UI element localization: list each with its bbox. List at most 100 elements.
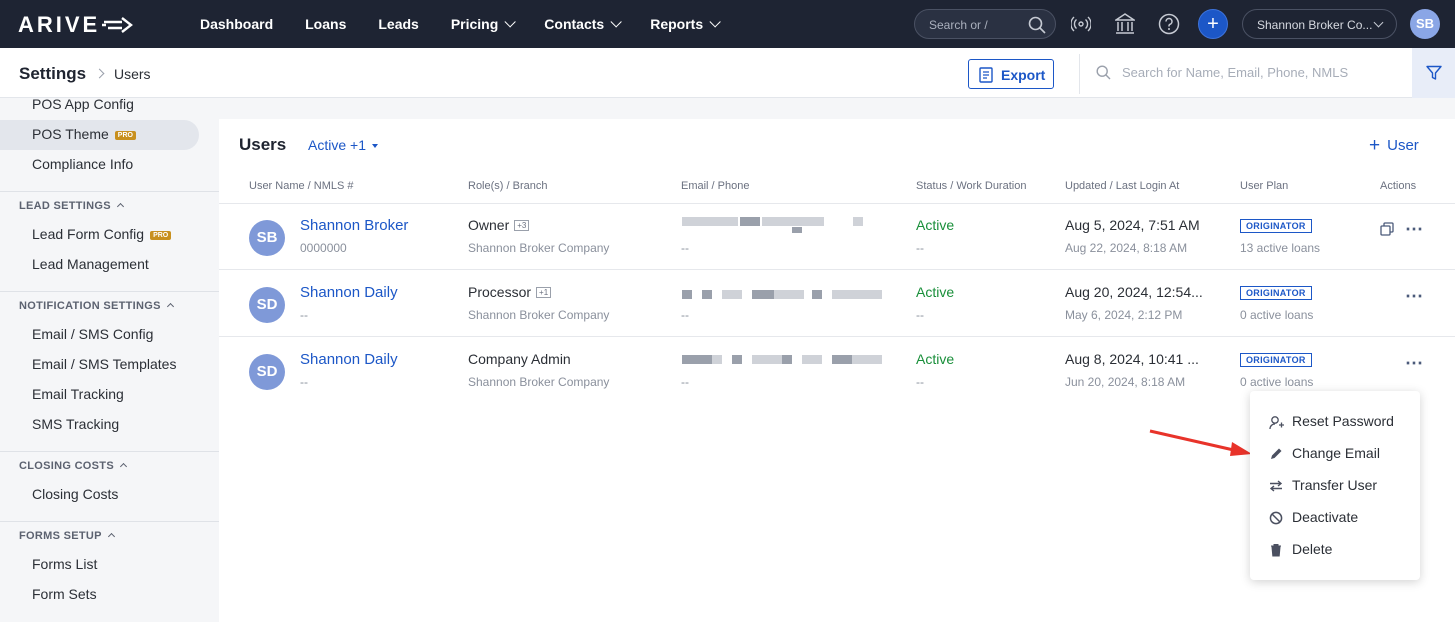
extra-roles-badge[interactable]: +3	[514, 220, 530, 231]
user-key-icon	[1269, 416, 1284, 430]
sidebar-item-sms-tracking[interactable]: SMS Tracking	[0, 410, 199, 440]
sidebar-item-compliance-info[interactable]: Compliance Info	[0, 150, 199, 180]
column-header-actions: Actions	[1380, 180, 1417, 192]
section-lead-settings[interactable]: LEAD SETTINGS	[19, 200, 124, 212]
filter-icon	[1426, 65, 1442, 80]
create-new-button[interactable]: +	[1198, 9, 1228, 39]
section-forms-setup[interactable]: FORMS SETUP	[19, 530, 115, 542]
extra-roles-badge[interactable]: +1	[536, 287, 552, 298]
divider	[0, 521, 219, 522]
avatar: SB	[249, 220, 285, 256]
caret-down-icon	[371, 144, 378, 148]
user-role: Owner +3	[468, 217, 530, 233]
user-avatar[interactable]: SB	[1410, 9, 1440, 39]
menu-item-transfer-user[interactable]: Transfer User	[1250, 470, 1420, 502]
user-phone: --	[681, 241, 689, 255]
work-duration: --	[916, 308, 924, 322]
chevron-up-icon	[166, 302, 174, 311]
active-loans: 0 active loans	[1240, 375, 1314, 389]
nav-leads[interactable]: Leads	[378, 16, 418, 32]
annotation-arrow-icon	[1149, 429, 1252, 456]
user-phone: --	[681, 375, 689, 389]
sidebar-item-lead-management[interactable]: Lead Management	[0, 250, 199, 280]
table-row[interactable]: SB Shannon Broker 0000000 Owner +3 Shanno…	[219, 203, 1455, 269]
company-selector[interactable]: Shannon Broker Co...	[1242, 9, 1397, 39]
pro-badge: PRO	[150, 231, 172, 240]
menu-item-deactivate[interactable]: Deactivate	[1250, 502, 1420, 534]
menu-item-reset-password[interactable]: Reset Password	[1250, 406, 1420, 438]
sidebar-item-pos-app-config[interactable]: POS App Config	[0, 90, 199, 120]
transfer-icon	[1269, 480, 1283, 492]
divider	[0, 191, 219, 192]
last-login-at: Aug 22, 2024, 8:18 AM	[1065, 241, 1188, 255]
status-label: Active	[916, 351, 955, 367]
sidebar-item-email-sms-config[interactable]: Email / SMS Config	[0, 320, 199, 350]
nav-pricing[interactable]: Pricing	[451, 16, 517, 32]
nav-contacts[interactable]: Contacts	[544, 16, 622, 32]
user-name-link[interactable]: Shannon Daily	[300, 351, 398, 368]
top-navbar: ARIVE Dashboard Loans Leads Pricing Cont…	[0, 0, 1455, 48]
sidebar-item-email-tracking[interactable]: Email Tracking	[0, 380, 199, 410]
user-branch: Shannon Broker Company	[468, 375, 610, 389]
sidebar-item-email-sms-templates[interactable]: Email / SMS Templates	[0, 350, 199, 380]
copy-icon[interactable]	[1380, 222, 1394, 236]
filter-button[interactable]	[1412, 48, 1455, 98]
table-row[interactable]: SD Shannon Daily -- Processor +1 Shannon …	[219, 270, 1455, 336]
user-plan-badge: ORIGINATOR	[1240, 219, 1312, 233]
nav-dashboard[interactable]: Dashboard	[200, 16, 273, 32]
chevron-up-icon	[116, 202, 124, 211]
export-button[interactable]: Export	[968, 59, 1054, 89]
user-name-link[interactable]: Shannon Broker	[300, 217, 408, 234]
pro-badge: PRO	[114, 131, 136, 140]
arive-logo[interactable]: ARIVE	[18, 12, 136, 38]
global-search-input[interactable]: Search or /	[914, 9, 1056, 39]
status-filter-dropdown[interactable]: Active +1	[308, 137, 378, 153]
column-header-user-plan[interactable]: User Plan	[1240, 180, 1288, 192]
sidebar-item-forms-list[interactable]: Forms List	[0, 550, 199, 580]
column-header-status[interactable]: Status / Work Duration	[916, 180, 1026, 192]
user-plan-badge: ORIGINATOR	[1240, 286, 1312, 300]
nav-reports[interactable]: Reports	[650, 16, 721, 32]
sidebar-item-pos-theme[interactable]: POS Theme PRO	[0, 120, 199, 150]
menu-item-delete[interactable]: Delete	[1250, 534, 1420, 566]
section-closing-costs[interactable]: CLOSING COSTS	[19, 460, 128, 472]
column-header-email-phone[interactable]: Email / Phone	[681, 180, 749, 192]
chevron-down-icon	[504, 16, 517, 28]
nmls-number: --	[300, 308, 308, 322]
menu-item-change-email[interactable]: Change Email	[1250, 438, 1420, 470]
column-header-roles[interactable]: Role(s) / Branch	[468, 180, 547, 192]
updated-at: Aug 5, 2024, 7:51 AM	[1065, 217, 1200, 233]
sidebar-item-lead-form-config[interactable]: Lead Form Config PRO	[0, 220, 199, 250]
chevron-up-icon	[119, 462, 128, 471]
help-icon[interactable]	[1158, 13, 1180, 35]
divider	[0, 451, 219, 452]
more-actions-icon[interactable]: ⋯	[1405, 219, 1424, 240]
sidebar-item-form-sets[interactable]: Form Sets	[0, 580, 199, 610]
status-label: Active	[916, 284, 955, 300]
user-search-input[interactable]: Search for Name, Email, Phone, NMLS	[1096, 65, 1396, 80]
section-notification-settings[interactable]: NOTIFICATION SETTINGS	[19, 300, 174, 312]
more-actions-icon[interactable]: ⋯	[1405, 353, 1424, 374]
user-role: Processor +1	[468, 284, 552, 300]
user-role: Company Admin	[468, 351, 571, 367]
breadcrumb-settings[interactable]: Settings	[19, 64, 86, 84]
chevron-up-icon	[107, 532, 115, 541]
user-phone: --	[681, 308, 689, 322]
user-name-link[interactable]: Shannon Daily	[300, 284, 398, 301]
settings-sidebar: POS App Config POS Theme PRO Compliance I…	[0, 96, 219, 622]
more-actions-icon[interactable]: ⋯	[1405, 286, 1424, 307]
user-actions-menu: Reset Password Change Email Transfer Use…	[1250, 391, 1420, 580]
broadcast-icon[interactable]	[1071, 16, 1091, 32]
nmls-number: 0000000	[300, 241, 347, 255]
breadcrumb-users: Users	[114, 66, 151, 82]
sidebar-item-closing-costs[interactable]: Closing Costs	[0, 480, 199, 510]
pencil-icon	[1271, 448, 1282, 459]
work-duration: --	[916, 375, 924, 389]
nav-loans[interactable]: Loans	[305, 16, 346, 32]
column-header-user-name[interactable]: User Name / NMLS #	[249, 180, 354, 192]
export-icon	[979, 67, 993, 83]
add-user-button[interactable]: + User	[1369, 135, 1419, 157]
column-header-updated[interactable]: Updated / Last Login At	[1065, 180, 1179, 192]
page-header: Settings Users Export Search for Name, E…	[0, 48, 1455, 98]
bank-icon[interactable]	[1115, 13, 1135, 35]
